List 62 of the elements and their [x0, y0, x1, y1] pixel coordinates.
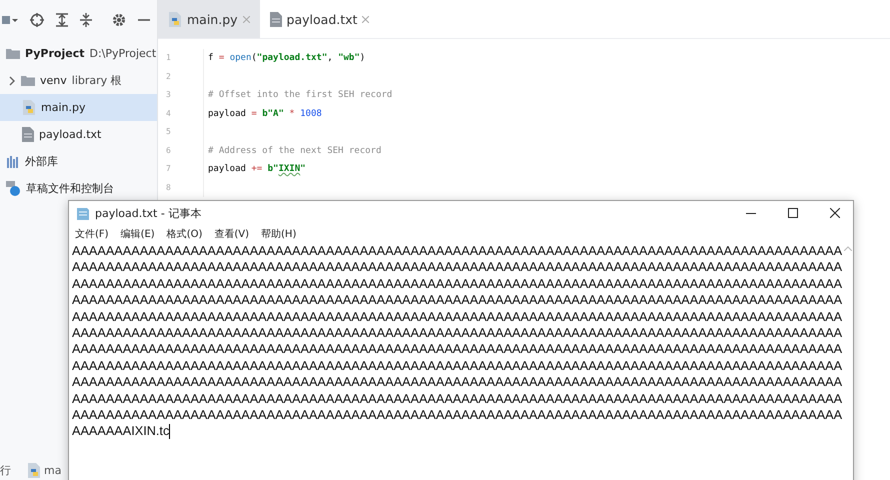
- text-file-icon: [22, 127, 34, 142]
- line-number: 8: [166, 182, 172, 194]
- text-line: AAAAAAAAAAAAAAAAAAAAAAAAAAAAAAAAAAAAAAAAAAAAAAAAAAAAAAAAAAAAAAAAAAAAAAAAAAAAAAAAAAAAAAAAAAA: [72, 374, 842, 391]
- menu-item[interactable]: 文件(F): [75, 226, 109, 240]
- editor-tab[interactable]: payload.txt: [260, 0, 380, 38]
- line-number: 6: [166, 144, 172, 156]
- status-text: 行: [0, 463, 11, 478]
- text-line: AAAAAAAAAAAAAAAAAAAAAAAAAAAAAAAAAAAAAAAAAAAAAAAAAAAAAAAAAAAAAAAAAAAAAAAAAAAAAAAAAAAAAAAAAAA: [72, 358, 842, 374]
- status-tab[interactable]: ma: [27, 463, 62, 478]
- python-file-icon: [168, 12, 182, 26]
- tree-item[interactable]: 外部库: [0, 148, 157, 175]
- text-line: AAAAAAAAAAAAAAAAAAAAAAAAAAAAAAAAAAAAAAAAAAAAAAAAAAAAAAAAAAAAAAAAAAAAAAAAAAAAAAAAAAAAAAAAAAA: [72, 390, 842, 408]
- code-line: payload += b"IXIN": [208, 164, 306, 174]
- expand-all-icon[interactable]: [56, 13, 68, 27]
- line-number: 4: [166, 108, 172, 120]
- code-line: # Offset into the first SEH record: [208, 90, 392, 100]
- scratch-console-icon: [6, 181, 21, 196]
- text-line: AAAAAAAAAAAAAAAAAAAAAAAAAAAAAAAAAAAAAAAAAAAAAAAAAAAAAAAAAAAAAAAAAAAAAAAAAAAAAAAAAAAAAAAAAAA: [72, 407, 842, 424]
- line-number: 1: [166, 52, 172, 64]
- menu-item[interactable]: 编辑(E): [120, 226, 155, 240]
- folder-icon: [21, 75, 35, 86]
- collapse-all-icon[interactable]: [80, 13, 92, 27]
- text-line: AAAAAAAAAAAAAAAAAAAAAAAAAAAAAAAAAAAAAAAAAAAAAAAAAAAAAAAAAAAAAAAAAAAAAAAAAAAAAAAAAAAAAAAAAAA: [72, 259, 842, 276]
- text-line: AAAAAAAAAAAAAAAAAAAAAAAAAAAAAAAAAAAAAAAAAAAAAAAAAAAAAAAAAAAAAAAAAAAAAAAAAAAAAAAAAAAAAAAAAAA: [72, 341, 842, 358]
- settings-icon[interactable]: [112, 13, 126, 27]
- tree-item[interactable]: main.py: [0, 94, 157, 121]
- notepad-icon: [77, 206, 89, 220]
- python-file-icon: [27, 463, 41, 478]
- line-number: 7: [166, 163, 172, 175]
- tree-item[interactable]: PyProject D:\PyProject: [0, 40, 157, 67]
- menu-item[interactable]: 格式(O): [166, 226, 202, 240]
- code-line: f = open("payload.txt", "wb"): [208, 53, 366, 63]
- folder-icon: [6, 48, 20, 59]
- dropdown-icon[interactable]: [2, 14, 18, 26]
- menu-item[interactable]: 帮助(H): [261, 226, 296, 240]
- library-icon: [6, 156, 20, 168]
- tree-item[interactable]: payload.txt: [0, 121, 157, 148]
- code-line: payload = b"A" * 1008: [208, 108, 322, 118]
- minimize-icon[interactable]: [138, 19, 150, 21]
- line-number: 3: [166, 89, 172, 101]
- close-icon: [830, 208, 840, 218]
- text-file-icon: [270, 12, 282, 26]
- editor-tab[interactable]: main.py: [158, 0, 260, 38]
- text-line: AAAAAAAAAAAAAAAAAAAAAAAAAAAAAAAAAAAAAAAAAAAAAAAAAAAAAAAAAAAAAAAAAAAAAAAAAAAAAAAAAAAAAAAAAAA: [72, 308, 842, 326]
- chevron-icon[interactable]: [8, 76, 16, 86]
- text-line: AAAAAAAAAAAAAAAAAAAAAAAAAAAAAAAAAAAAAAAAAAAAAAAAAAAAAAAAAAAAAAAAAAAAAAAAAAAAAAAAAAAAAAAAAAA: [72, 292, 842, 309]
- menu-item[interactable]: 查看(V): [214, 226, 250, 240]
- tree-item[interactable]: venv library 根: [0, 67, 157, 94]
- text-cursor: [169, 424, 170, 440]
- crosshair-icon[interactable]: [30, 13, 44, 27]
- text-line: AAAAAAAAAAAAAAAAAAAAAAAAAAAAAAAAAAAAAAAAAAAAAAAAAAAAAAAAAAAAAAAAAAAAAAAAAAAAAAAAAAAAAAAAAAA: [72, 325, 842, 342]
- python-file-icon: [22, 100, 36, 115]
- maximize-icon: [788, 208, 798, 218]
- code-line: # Address of the next SEH record: [208, 146, 382, 156]
- text-line: AAAAAAAIXIN.tc: [72, 423, 170, 440]
- window-title: payload.txt - 记事本: [95, 206, 202, 220]
- tree-item[interactable]: 草稿文件和控制台: [0, 175, 157, 202]
- line-number: 5: [166, 126, 172, 138]
- minimize-icon: [746, 212, 756, 214]
- line-number: 2: [166, 70, 172, 82]
- text-line: AAAAAAAAAAAAAAAAAAAAAAAAAAAAAAAAAAAAAAAAAAAAAAAAAAAAAAAAAAAAAAAAAAAAAAAAAAAAAAAAAAAAAAAAAAA: [72, 243, 842, 260]
- text-line: AAAAAAAAAAAAAAAAAAAAAAAAAAAAAAAAAAAAAAAAAAAAAAAAAAAAAAAAAAAAAAAAAAAAAAAAAAAAAAAAAAAAAAAAAAA: [72, 276, 842, 292]
